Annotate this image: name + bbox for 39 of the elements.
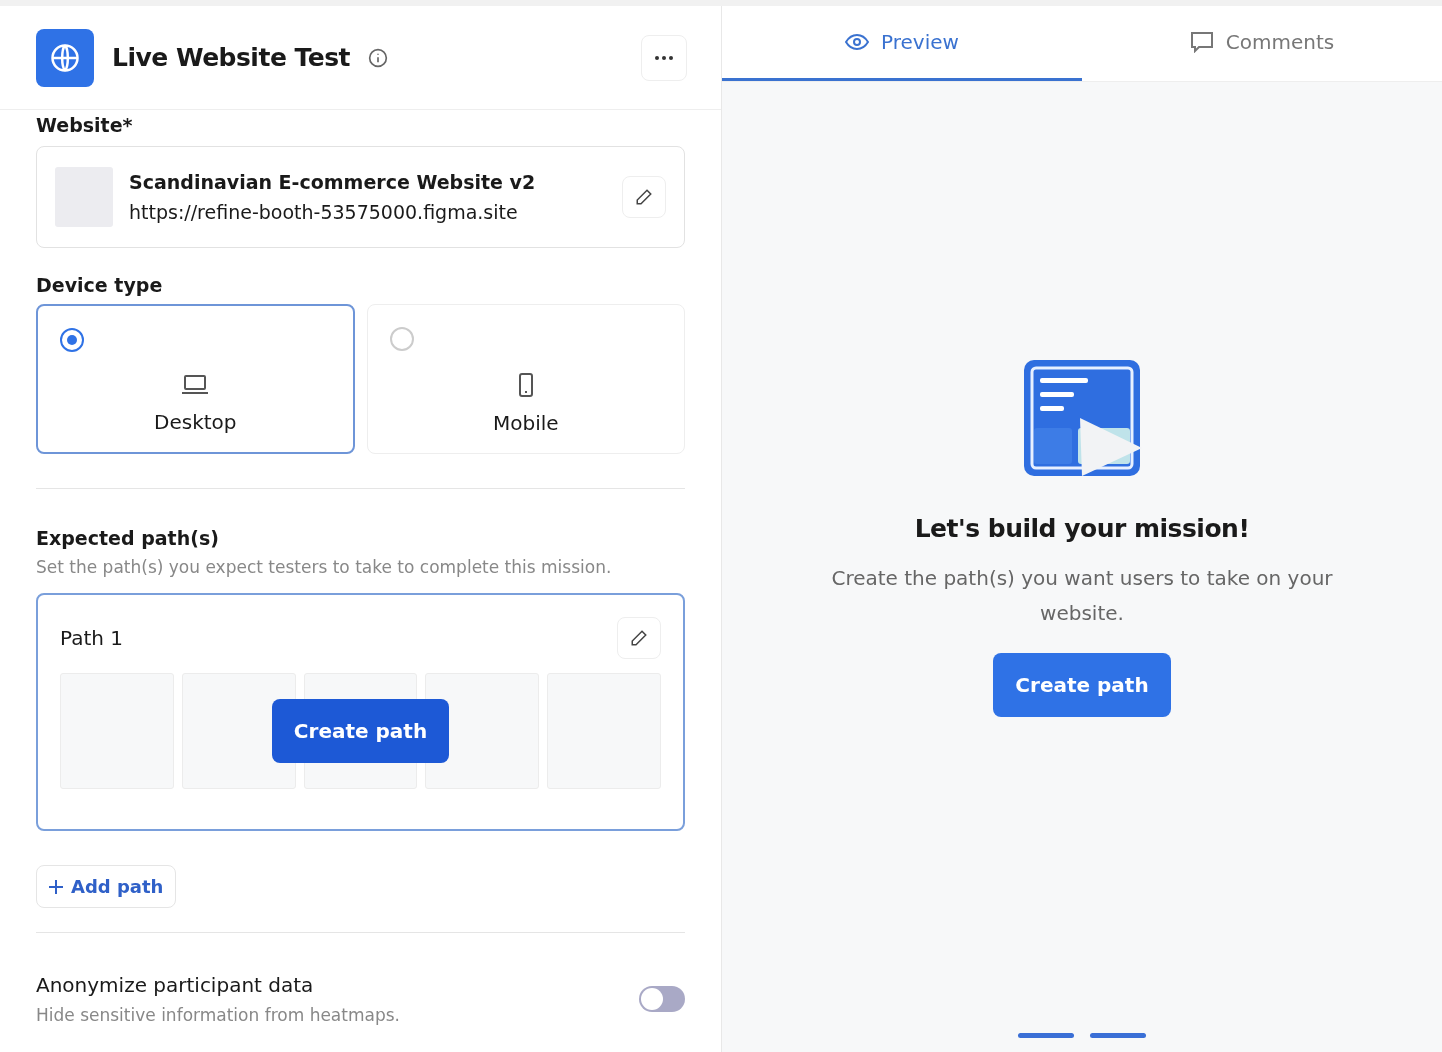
device-label: Mobile — [492, 411, 559, 435]
path-name: Path 1 — [60, 626, 124, 650]
radio-button[interactable] — [60, 328, 84, 352]
edit-path-button[interactable] — [617, 617, 661, 659]
device-option[interactable]: Desktop — [36, 304, 355, 454]
radio-button[interactable] — [389, 327, 414, 351]
website-name: Scandinavian E-commerce Website v2 — [129, 171, 536, 193]
tab[interactable]: Preview — [722, 6, 1082, 81]
empty-state-title: Let's build your mission! — [914, 514, 1250, 543]
eye-icon — [845, 34, 870, 50]
edit-website-button[interactable] — [622, 176, 666, 218]
setting-description: Hide sensitive information from heatmaps. — [36, 1005, 400, 1025]
pager-indicator[interactable] — [1090, 1033, 1146, 1038]
pencil-icon — [635, 188, 653, 206]
device-type-label: Device type — [36, 274, 164, 296]
website-label: Website* — [36, 114, 134, 136]
globe-icon — [50, 42, 80, 73]
setting-title: Anonymize participant data — [36, 973, 315, 997]
pager-indicator[interactable] — [1018, 1033, 1074, 1038]
laptop-icon — [181, 374, 210, 396]
create-path-button[interactable]: Create path — [993, 653, 1171, 717]
tab[interactable]: Comments — [1082, 6, 1442, 81]
website-url: https://refine-booth-53575000.figma.site — [129, 201, 519, 223]
device-label: Desktop — [154, 410, 237, 434]
page-title: Live Website Test — [112, 43, 351, 72]
toggle-switch[interactable] — [639, 986, 685, 1012]
device-option[interactable]: Mobile — [366, 304, 685, 454]
empty-state-description: Create the path(s) you want users to take on your website. — [830, 565, 1334, 627]
more-button[interactable] — [641, 34, 687, 81]
phone-icon — [517, 373, 534, 397]
comment-icon — [1189, 31, 1214, 53]
more-icon — [655, 55, 673, 60]
section-description: Set the path(s) you expect testers to take to complete this mission. — [36, 557, 613, 577]
section-title: Expected path(s) — [36, 527, 220, 549]
pencil-icon — [630, 629, 648, 647]
create-path-button[interactable]: Create path — [271, 699, 450, 763]
info-icon[interactable] — [368, 47, 389, 68]
plus-icon — [49, 879, 63, 894]
add-path-button[interactable]: Add path — [36, 865, 177, 908]
